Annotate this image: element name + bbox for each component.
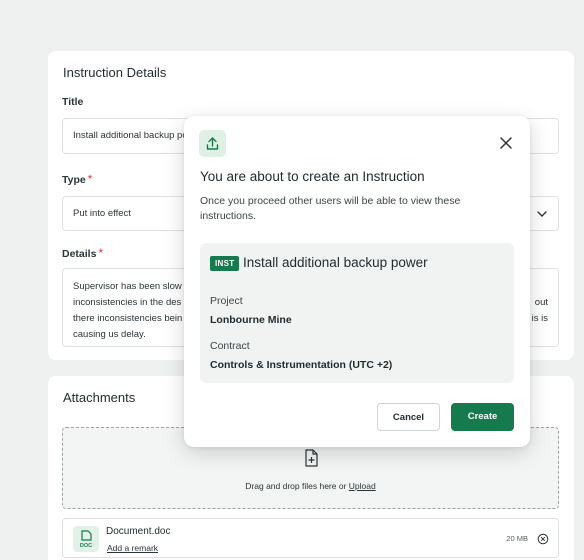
close-icon[interactable] (499, 136, 513, 155)
instruction-title: Install additional backup power (243, 255, 428, 270)
section-title: Instruction Details (63, 65, 167, 80)
instruction-tag: INST (210, 256, 240, 271)
contract-value: Controls & Instrumentation (UTC +2) (210, 359, 393, 371)
file-size: 20 MB (506, 534, 528, 543)
chevron-down-icon (536, 208, 548, 223)
type-select-value: Put into effect (73, 208, 131, 219)
dialog-title: You are about to create an Instruction (200, 169, 425, 184)
upload-link[interactable]: Upload (349, 481, 376, 491)
section-title: Attachments (63, 390, 136, 405)
cancel-button[interactable]: Cancel (377, 403, 440, 431)
details-line-left: there inconsistencies bein (73, 313, 183, 324)
file-name: Document.doc (106, 526, 171, 537)
type-label-text: Type (62, 174, 86, 186)
file-add-icon (301, 448, 321, 473)
details-label: Details * (62, 246, 103, 260)
details-line-right: out (534, 297, 548, 308)
contract-label: Contract (210, 340, 250, 352)
required-mark: * (98, 246, 104, 260)
details-line-left: inconsistencies in the des (73, 297, 182, 308)
project-label: Project (210, 295, 243, 307)
type-label: Type * (62, 172, 92, 186)
attachment-item: DOC Document.doc Add a remark 20 MB (62, 518, 559, 558)
required-mark: * (87, 172, 93, 186)
add-remark-link[interactable]: Add a remark (107, 543, 158, 553)
remove-icon[interactable] (537, 532, 549, 550)
details-line-right: is is (531, 313, 548, 324)
create-instruction-dialog: You are about to create an Instruction O… (184, 116, 530, 447)
dropzone-hint: Drag and drop files here or (245, 481, 349, 491)
details-label-text: Details (62, 248, 97, 260)
upload-icon (199, 130, 226, 157)
title-label: Title (62, 96, 84, 108)
project-value: Lonbourne Mine (210, 314, 292, 326)
doc-file-icon: DOC (73, 526, 99, 552)
dialog-description: Once you proceed other users will be abl… (200, 195, 461, 222)
doc-file-ext: DOC (80, 543, 92, 549)
instruction-summary: INST Install additional backup power Pro… (200, 243, 514, 383)
dropzone-text: Drag and drop files here or Upload (63, 481, 558, 491)
create-button[interactable]: Create (451, 403, 514, 431)
